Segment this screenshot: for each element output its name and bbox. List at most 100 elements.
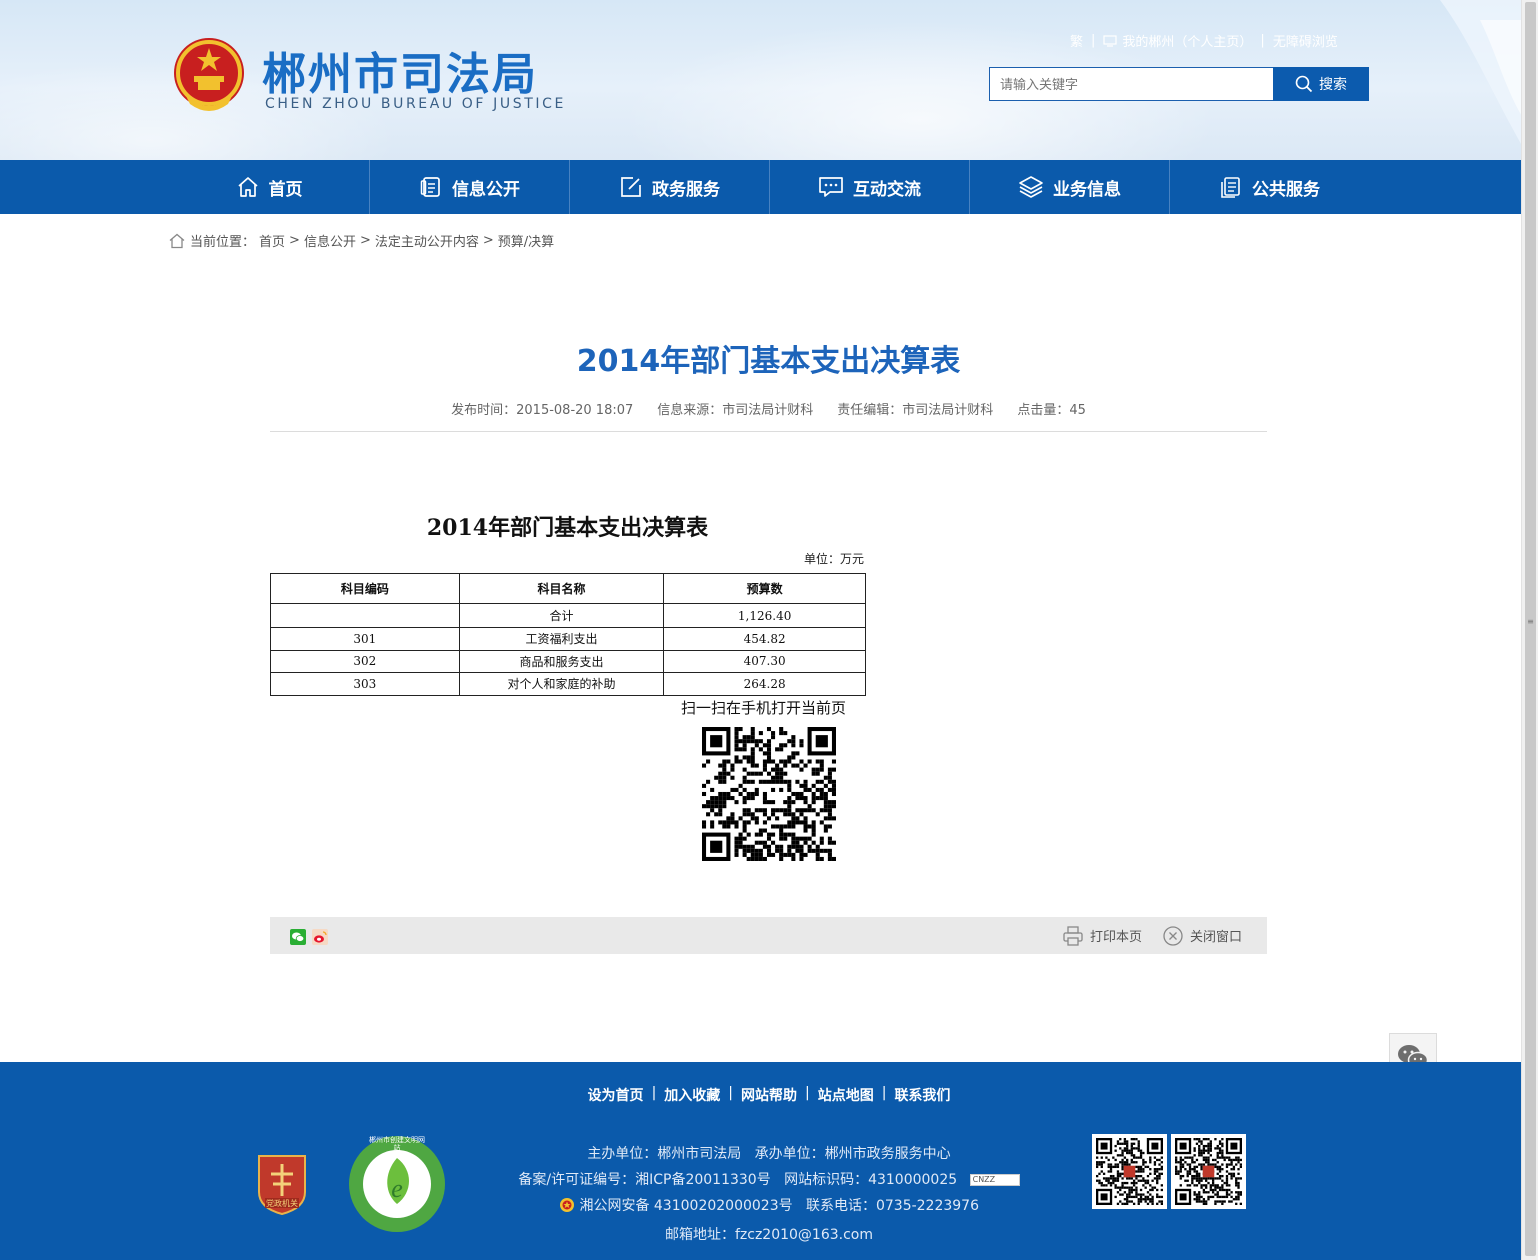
view-count: 点击量：45 (1017, 403, 1086, 418)
close-label: 关闭窗口 (1190, 930, 1243, 945)
table-cell: 303 (270, 672, 460, 696)
accessibility-link[interactable]: 无障碍浏览 (1273, 31, 1338, 50)
close-window-button[interactable]: 关闭窗口 (1162, 917, 1242, 954)
nav-item-interaction[interactable]: 互动交流 (769, 160, 969, 214)
table-cell: 264.28 (663, 672, 866, 696)
top-links: 繁 | 我的郴州（个人主页） | 无障碍浏览 (1070, 31, 1338, 50)
column-header: 科目名称 (458, 573, 665, 604)
breadcrumb-item[interactable]: 预算/决算 (498, 231, 554, 250)
breadcrumb-prefix: 当前位置： (190, 235, 256, 250)
table-cell (270, 603, 460, 628)
page-qr-code (702, 727, 836, 861)
scrollbar-thumb[interactable] (1525, 2, 1536, 1256)
info-source: 信息来源：市司法局计财科 (657, 403, 814, 418)
vertical-scrollbar[interactable]: ≡ (1521, 0, 1538, 1260)
traditional-chinese-link[interactable]: 繁 (1070, 31, 1083, 50)
breadcrumb-item[interactable]: 法定主动公开内容 (375, 231, 479, 250)
chat-icon (819, 177, 843, 197)
search-input[interactable] (989, 67, 1274, 101)
files-icon (1221, 177, 1240, 198)
sponsor: 主办单位：郴州市司法局 (587, 1146, 742, 1162)
edit-icon (621, 177, 641, 197)
table-cell: 工资福利支出 (458, 627, 665, 651)
footer-link[interactable]: 加入收藏 (664, 1085, 720, 1105)
table-row: 303 对个人和家庭的补助 264.28 (270, 672, 866, 696)
site-header: 郴州市司法局 CHEN ZHOU BUREAU OF JUSTICE 繁 | 我… (0, 0, 1521, 160)
footer-email-line: 邮箱地址：fzcz2010@163.com (0, 1224, 1538, 1244)
cnzz-badge[interactable]: CNZZ (969, 1174, 1020, 1186)
print-label: 打印本页 (1090, 930, 1143, 945)
breadcrumb-item[interactable]: 信息公开 (304, 231, 356, 250)
footer-link[interactable]: 站点地图 (818, 1085, 874, 1105)
party-gov-label: 党政机关 (266, 1199, 298, 1208)
nav-item-label: 政务服务 (652, 179, 720, 200)
police-record[interactable]: 湘公网安备 43100202000023号 (579, 1198, 792, 1214)
party-gov-badge[interactable]: 党政机关 (255, 1152, 309, 1216)
printer-icon (1063, 925, 1083, 946)
qr-caption: 扫一扫在手机打开当前页 (681, 699, 847, 717)
my-chenzhou-link[interactable]: 我的郴州（个人主页） (1103, 31, 1252, 50)
icp-number[interactable]: 备案/许可证编号：湘ICP备20011330号 (518, 1172, 770, 1188)
footer-link[interactable]: 联系我们 (894, 1085, 950, 1105)
table-cell: 454.82 (663, 627, 866, 651)
police-badge-icon (560, 1198, 574, 1212)
footer-links: 设为首页 | 加入收藏 | 网站帮助 | 站点地图 | 联系我们 (587, 1085, 951, 1105)
civilized-website-badge[interactable]: e 郴州市创建文明网站 (347, 1134, 447, 1234)
footer-sponsor-line: 主办单位：郴州市司法局 承办单位：郴州市政务服务中心 (0, 1143, 1538, 1163)
table-cell: 对个人和家庭的补助 (458, 672, 665, 696)
home-icon (237, 177, 258, 197)
publish-time: 发布时间：2015-08-20 18:07 (451, 403, 634, 418)
main-nav: 首页 信息公开 政务服务 互动交流 业务信息 公共服务 (0, 160, 1521, 214)
organizer: 承办单位：郴州市政务服务中心 (754, 1146, 951, 1162)
column-header: 预算数 (663, 573, 866, 604)
footer-link[interactable]: 网站帮助 (741, 1085, 797, 1105)
wechat-share-icon[interactable] (290, 929, 306, 945)
site-subtitle: CHEN ZHOU BUREAU OF JUSTICE (265, 96, 566, 112)
divider (270, 431, 1267, 432)
table-cell: 合计 (458, 603, 665, 628)
site-footer: 设为首页 | 加入收藏 | 网站帮助 | 站点地图 | 联系我们 主办单位：郴州市司法局… (0, 1062, 1521, 1260)
nav-item-public-services[interactable]: 公共服务 (1169, 160, 1369, 214)
nav-item-label: 业务信息 (1053, 179, 1121, 200)
nav-item-gov-services[interactable]: 政务服务 (569, 160, 769, 214)
nav-item-label: 公共服务 (1252, 179, 1320, 200)
document-icon (420, 177, 440, 197)
contact-phone: 联系电话：0735-2223976 (805, 1198, 979, 1214)
table-row: 302 商品和服务支出 407.30 (270, 649, 866, 673)
close-icon (1163, 925, 1183, 946)
table-row: 301 工资福利支出 454.82 (270, 627, 866, 651)
search-icon (1295, 75, 1313, 93)
table-row: 合计 1,126.40 (270, 603, 866, 628)
footer-link[interactable]: 设为首页 (588, 1085, 644, 1105)
nav-item-home[interactable]: 首页 (169, 160, 369, 214)
table-cell: 1,126.40 (663, 603, 866, 628)
svg-text:e: e (391, 1174, 403, 1203)
breadcrumb-item[interactable]: 首页 (259, 231, 285, 250)
weibo-share-icon[interactable] (312, 929, 328, 945)
column-header: 科目编码 (270, 573, 460, 604)
site-title: 郴州市司法局 (262, 49, 538, 100)
nav-item-business-info[interactable]: 业务信息 (969, 160, 1169, 214)
breadcrumb: 当前位置： 首页 > 信息公开 > 法定主动公开内容 > 预算/决算 (168, 231, 554, 250)
footer-police-line: 湘公网安备 43100202000023号 联系电话：0735-2223976 (0, 1195, 1538, 1215)
nav-item-label: 信息公开 (452, 179, 520, 200)
my-chenzhou-label: 我的郴州（个人主页） (1122, 35, 1253, 50)
nav-item-label: 互动交流 (853, 179, 921, 200)
nav-item-info-disclosure[interactable]: 信息公开 (369, 160, 569, 214)
nav-item-label: 首页 (268, 179, 303, 200)
table-cell: 407.30 (663, 649, 866, 673)
article-meta: 发布时间：2015-08-20 18:07 信息来源：市司法局计财科 责任编辑：… (270, 399, 1267, 418)
footer-icp-line: 备案/许可证编号：湘ICP备20011330号 网站标识码：4310000025… (0, 1169, 1538, 1189)
home-icon (169, 233, 185, 248)
wechat-qr-code (1096, 1138, 1163, 1205)
footer-qr-code (1171, 1134, 1246, 1209)
article-title: 2014年部门基本支出决算表 (576, 344, 961, 379)
national-emblem-icon (174, 38, 244, 111)
print-button[interactable]: 打印本页 (1062, 917, 1142, 954)
document-title: 2014年部门基本支出决算表 (426, 515, 709, 541)
budget-table: 科目编码 科目名称 预算数 合计 1,126.40 301 工资福利支出 454… (270, 573, 866, 696)
table-header-row: 科目编码 科目名称 预算数 (270, 573, 866, 604)
search-button[interactable]: 搜索 (1273, 67, 1369, 101)
layers-icon (1019, 176, 1043, 198)
site-code: 网站标识码：4310000025 (784, 1172, 958, 1188)
